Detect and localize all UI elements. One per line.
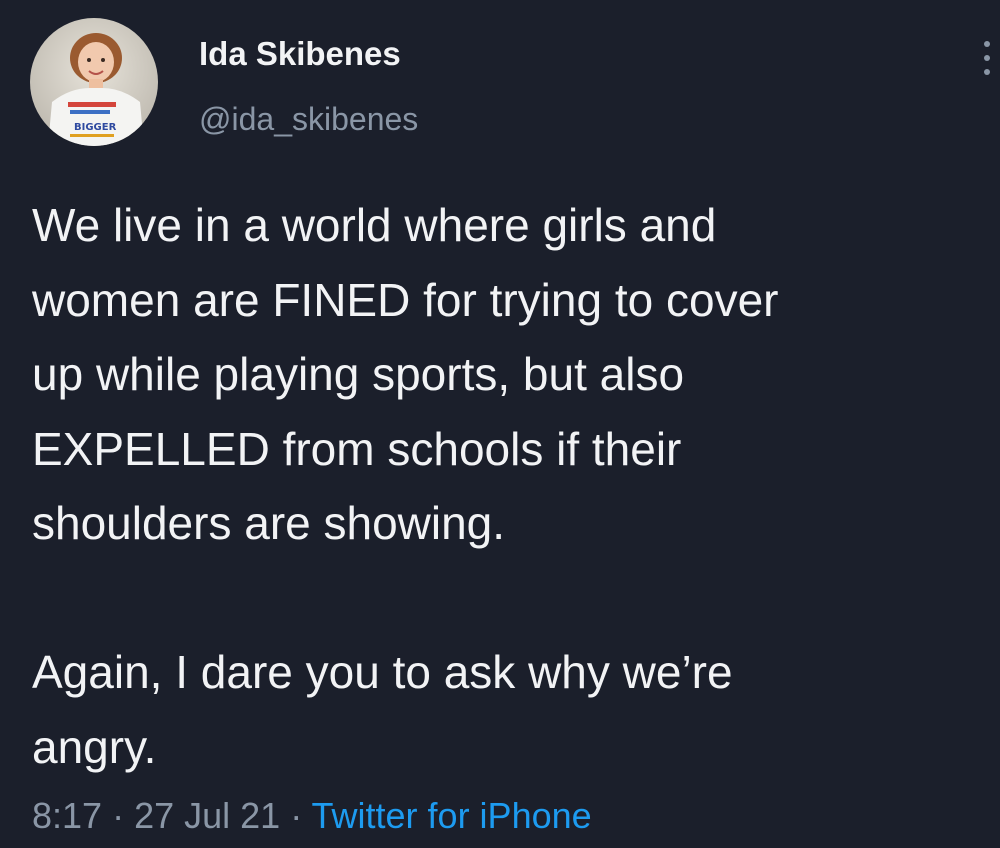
avatar[interactable]: BIGGER [30, 18, 158, 146]
meta-separator: · [280, 795, 312, 836]
svg-text:BIGGER: BIGGER [74, 122, 117, 133]
tweet-paragraph: We live in a world where girls and women… [32, 199, 779, 549]
display-name[interactable]: Ida Skibenes [199, 34, 401, 74]
more-options-button[interactable] [976, 38, 998, 78]
tweet-time[interactable]: 8:17 [32, 795, 102, 836]
profile-photo-icon: BIGGER [30, 18, 158, 146]
meta-separator: · [102, 795, 135, 836]
more-vertical-icon [984, 41, 990, 75]
tweet-meta: 8:17 · 27 Jul 21 · Twitter for iPhone [32, 792, 592, 840]
tweet-date[interactable]: 27 Jul 21 [134, 795, 280, 836]
user-handle[interactable]: @ida_skibenes [199, 99, 418, 139]
tweet-paragraph: Again, I dare you to ask why we’re angry… [32, 646, 733, 773]
tweet-text: We live in a world where girls and women… [32, 188, 982, 784]
tweet-source-link[interactable]: Twitter for iPhone [312, 795, 592, 836]
tweet-card: BIGGER Ida Skibenes @ida_skibenes We liv… [0, 0, 1000, 848]
